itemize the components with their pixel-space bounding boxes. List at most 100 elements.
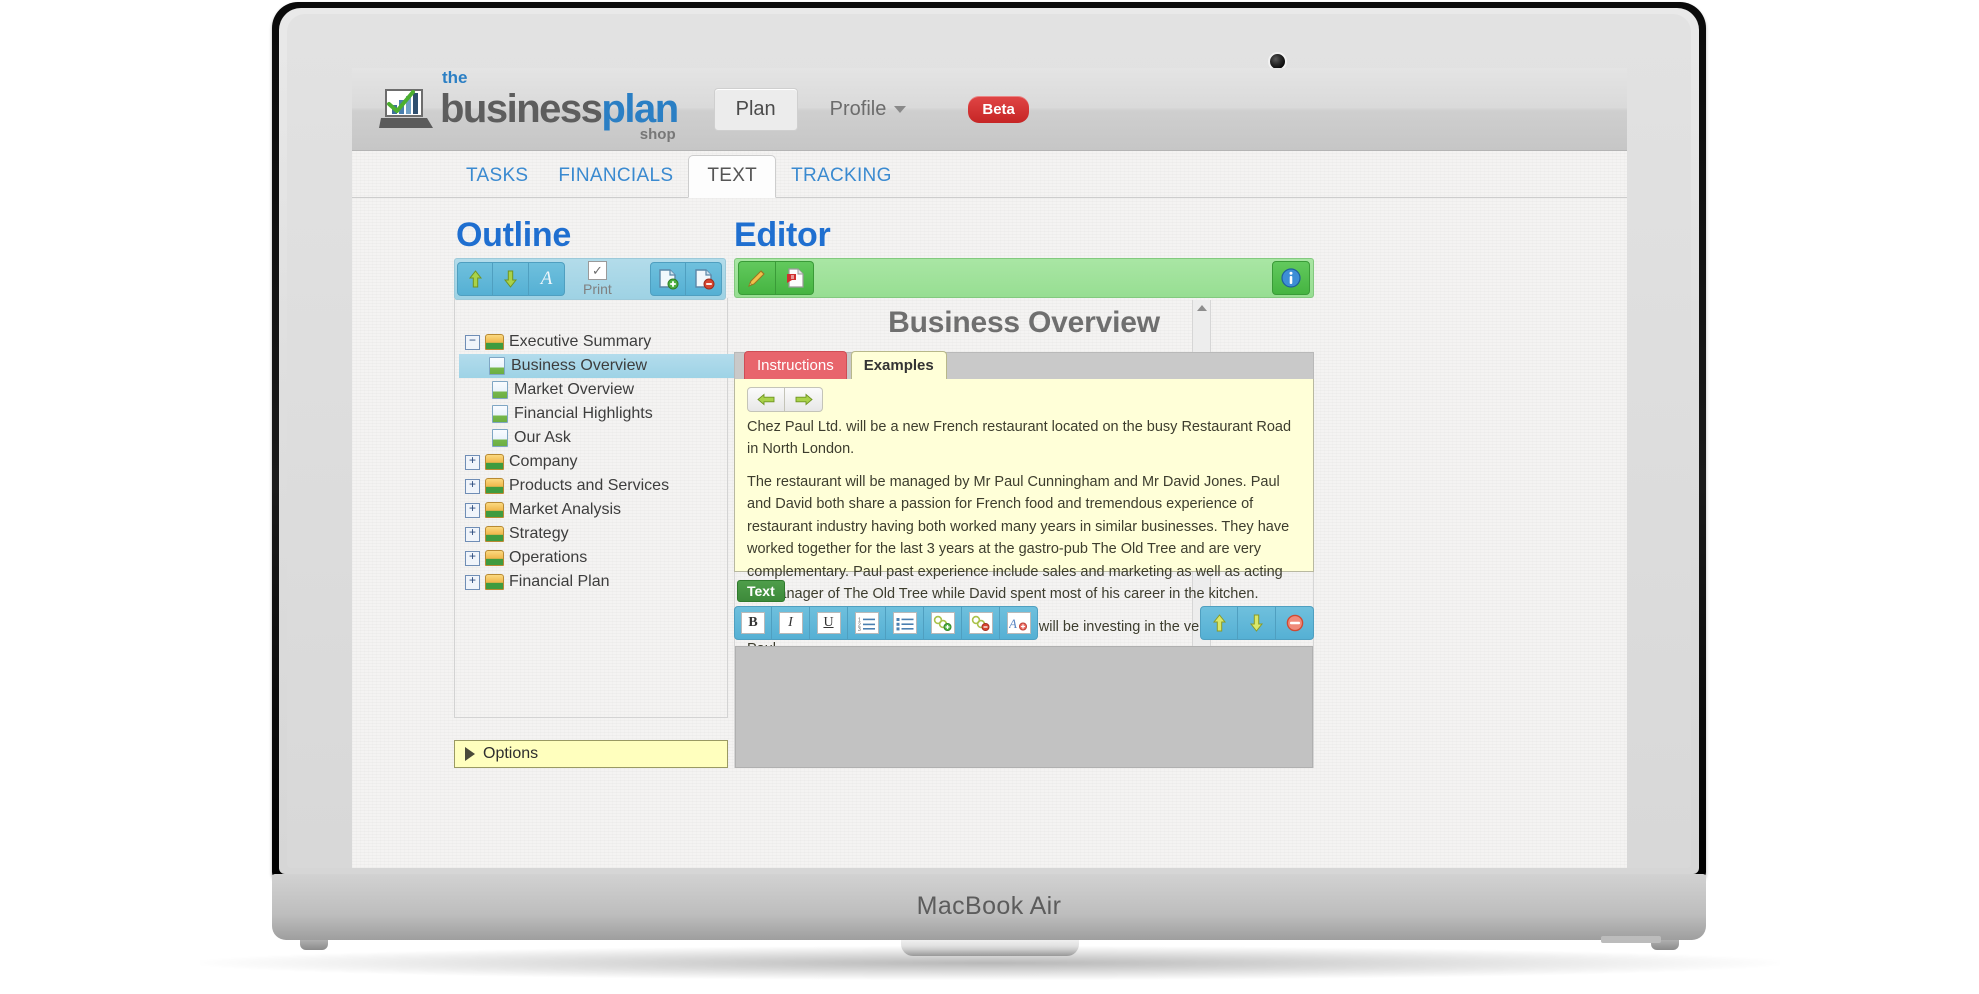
tree-item-label: Our Ask	[514, 429, 571, 446]
folder-icon	[485, 478, 504, 494]
example-nav-group	[747, 387, 1301, 412]
tree-item-our-ask[interactable]: Our Ask	[462, 426, 712, 450]
editor-toolbar	[734, 258, 1314, 298]
outline-panel-title: Outline	[456, 216, 572, 254]
tab-financials[interactable]: FINANCIALS	[543, 156, 688, 197]
editor-info-button[interactable]	[1272, 261, 1310, 295]
nav-plan-button[interactable]: Plan	[713, 87, 798, 131]
folder-icon	[485, 526, 504, 542]
tree-item-products-and-services[interactable]: + Products and Services	[462, 474, 712, 498]
tree-item-label: Market Overview	[514, 381, 635, 398]
example-next-button[interactable]	[785, 387, 823, 412]
underline-button[interactable]: U	[810, 606, 848, 640]
tree-item-strategy[interactable]: + Strategy	[462, 522, 712, 546]
tree-item-label: Executive Summary	[509, 333, 652, 350]
tree-item-label: Business Overview	[511, 357, 648, 374]
svg-text:3: 3	[858, 627, 861, 631]
nav-profile-label: Profile	[829, 97, 887, 120]
tree-item-market-overview[interactable]: Market Overview	[462, 378, 712, 402]
device-label: MacBook Air	[916, 892, 1062, 920]
text-move-up-button[interactable]	[1200, 606, 1238, 640]
outline-page-group	[648, 260, 722, 298]
text-style-button[interactable]: A	[1000, 606, 1038, 640]
tree-item-company[interactable]: + Company	[462, 450, 712, 474]
brand-business: business	[440, 87, 603, 131]
tree-expander-icon[interactable]: +	[465, 574, 480, 590]
outline-move-down-button[interactable]	[493, 262, 529, 296]
example-paragraph: Chez Paul Ltd. will be a new French rest…	[747, 419, 1292, 458]
add-link-button[interactable]	[924, 606, 962, 640]
folder-icon	[485, 454, 504, 470]
outline-tree: − Executive Summary Business Overview Ma…	[459, 330, 741, 594]
example-paragraph: The restaurant will be managed by Mr Pau…	[747, 473, 1290, 603]
tree-expander-icon[interactable]: +	[465, 454, 480, 470]
options-panel-toggle[interactable]: Options	[454, 740, 728, 768]
document-icon	[492, 381, 508, 399]
tree-expander-icon[interactable]: +	[465, 526, 480, 542]
tab-instructions[interactable]: Instructions	[744, 351, 847, 380]
tab-tasks[interactable]: TASKS	[451, 156, 543, 197]
screenshot-root: the businessplan shop Plan Profile Beta …	[0, 0, 1979, 994]
folder-icon	[485, 502, 504, 518]
tree-expander-icon[interactable]: +	[465, 502, 480, 518]
bold-button[interactable]: B	[734, 606, 772, 640]
format-button-group: B I U 1 2 3 A	[734, 606, 1038, 640]
tab-examples[interactable]: Examples	[850, 351, 947, 380]
tree-item-label: Company	[509, 453, 578, 470]
print-checkbox-group[interactable]: ✓ Print	[583, 261, 612, 297]
tree-expander-icon[interactable]: +	[465, 550, 480, 566]
text-format-toolbar: B I U 1 2 3 A	[734, 604, 1314, 642]
editor-pdf-button[interactable]	[776, 261, 814, 295]
editor-tab-strip: Instructions Examples	[734, 351, 1314, 380]
outline-rename-button[interactable]: A	[529, 262, 565, 296]
document-icon	[489, 357, 505, 375]
tree-expander-icon[interactable]: −	[465, 334, 480, 350]
folder-icon	[485, 574, 504, 590]
tree-item-market-analysis[interactable]: + Market Analysis	[462, 498, 712, 522]
tree-item-label: Financial Plan	[509, 573, 610, 590]
text-delete-button[interactable]	[1276, 606, 1314, 640]
text-style-icon: A	[1006, 612, 1031, 634]
nav-profile-menu[interactable]: Profile	[830, 98, 907, 121]
svg-text:A: A	[1009, 616, 1017, 631]
outline-move-up-button[interactable]	[457, 262, 493, 296]
text-move-down-button[interactable]	[1238, 606, 1276, 640]
editor-edit-button[interactable]	[738, 261, 776, 295]
bold-glyph: B	[741, 612, 765, 634]
brand-the: the	[442, 68, 468, 87]
tree-item-executive-summary[interactable]: − Executive Summary	[462, 330, 712, 354]
brand-shop: shop	[639, 126, 676, 143]
tree-expander-icon[interactable]: +	[465, 478, 480, 494]
outline-delete-page-button[interactable]	[686, 262, 722, 296]
tab-tracking[interactable]: TRACKING	[776, 156, 907, 197]
italic-button[interactable]: I	[772, 606, 810, 640]
outline-add-page-button[interactable]	[650, 262, 686, 296]
tree-item-financial-highlights[interactable]: Financial Highlights	[462, 402, 712, 426]
example-prev-button[interactable]	[747, 387, 785, 412]
tree-item-financial-plan[interactable]: + Financial Plan	[462, 570, 712, 594]
tree-item-label: Market Analysis	[509, 501, 622, 518]
tab-text[interactable]: TEXT	[688, 155, 777, 198]
ordered-list-button[interactable]: 1 2 3	[848, 606, 886, 640]
tree-item-label: Products and Services	[509, 477, 670, 494]
underline-glyph: U	[816, 612, 841, 634]
text-section-badge: Text	[737, 580, 785, 602]
examples-panel: Chez Paul Ltd. will be a new French rest…	[734, 379, 1314, 657]
triangle-right-icon	[465, 747, 475, 761]
tree-item-business-overview[interactable]: Business Overview	[459, 354, 741, 378]
print-checkbox[interactable]: ✓	[587, 261, 607, 280]
top-navigation-bar: the businessplan shop Plan Profile Beta	[352, 68, 1627, 151]
remove-link-icon	[968, 612, 993, 634]
brand-logo[interactable]: the businessplan shop	[379, 69, 679, 142]
brand-plan: plan	[601, 87, 679, 131]
laptop-drop-shadow	[199, 946, 1780, 980]
document-icon	[492, 405, 508, 423]
outline-toolbar: A ✓ Print	[454, 258, 726, 300]
remove-link-button[interactable]	[962, 606, 1000, 640]
chevron-down-icon	[894, 105, 907, 113]
folder-icon	[485, 334, 504, 350]
text-editor-input[interactable]	[735, 646, 1313, 768]
tree-item-operations[interactable]: + Operations	[462, 546, 712, 570]
laptop-chart-icon	[379, 88, 433, 130]
bullet-list-button[interactable]	[886, 606, 924, 640]
